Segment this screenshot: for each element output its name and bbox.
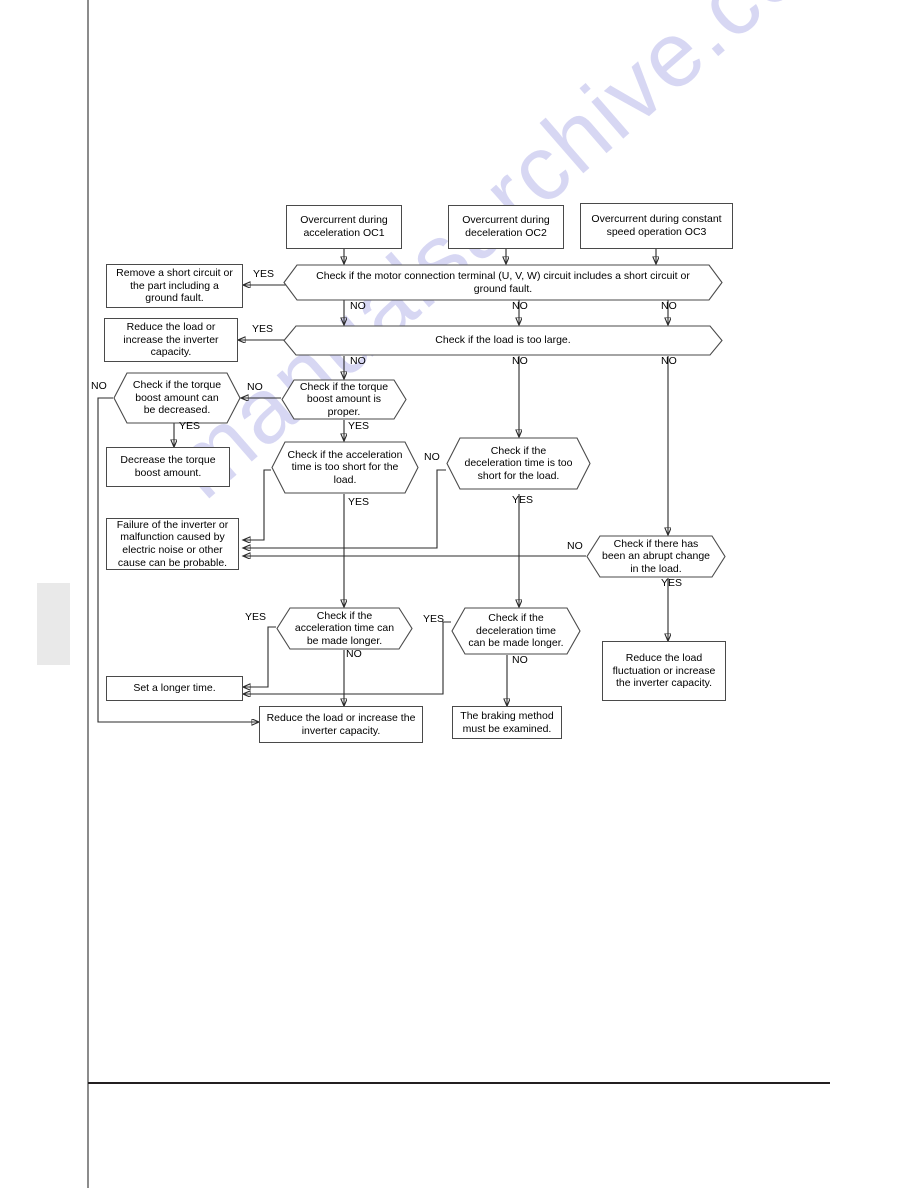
node-check-decel-time-too-short: Check if the deceleration time is too sh… bbox=[446, 437, 591, 490]
node-reduce-load-increase-capacity-2: Reduce the load or increase the inverter… bbox=[259, 706, 423, 743]
node-oc3: Overcurrent during constant speed operat… bbox=[580, 203, 733, 249]
node-check-load-too-large: Check if the load is too large. bbox=[283, 325, 723, 356]
edge-label-decel-short-yes: YES bbox=[512, 494, 534, 506]
edge-label-decel-longer-no: NO bbox=[512, 654, 528, 666]
node-check-decel-time-longer: Check if the deceleration time can be ma… bbox=[451, 607, 581, 655]
node-check-accel-time-too-short: Check if the acceleration time is too sh… bbox=[271, 441, 419, 494]
edge-label-accel-longer-no: NO bbox=[346, 648, 362, 660]
edge-label-load-yes: YES bbox=[252, 323, 274, 335]
node-braking-method: The braking method must be examined. bbox=[452, 706, 562, 739]
node-decrease-torque-boost: Decrease the torque boost amount. bbox=[106, 447, 230, 487]
node-check-accel-time-longer: Check if the acceleration time can be ma… bbox=[276, 607, 413, 650]
edge-label-decel-longer-yes: YES bbox=[423, 613, 445, 625]
node-check-torque-boost-decrease: Check if the torque boost amount can be … bbox=[113, 372, 241, 424]
node-check-torque-boost-proper: Check if the torque boost amount is prop… bbox=[281, 379, 407, 420]
edge-label-accel-short-yes: YES bbox=[348, 496, 370, 508]
edge-label-load-no-2: NO bbox=[512, 355, 528, 367]
node-oc2: Overcurrent during deceleration OC2 bbox=[448, 205, 564, 249]
edge-label-accel-short-no: NO bbox=[424, 451, 440, 463]
edge-label-load-no-1: NO bbox=[350, 355, 366, 367]
edge-label-short-no-1: NO bbox=[350, 300, 366, 312]
edge-label-boost-proper-yes: YES bbox=[348, 420, 370, 432]
node-reduce-load-increase-capacity: Reduce the load or increase the inverter… bbox=[104, 318, 238, 362]
edge-label-abrupt-no: NO bbox=[567, 540, 583, 552]
edge-label-boost-decrease-no: NO bbox=[91, 380, 107, 392]
edge-label-short-yes: YES bbox=[253, 268, 275, 280]
node-oc1: Overcurrent during acceleration OC1 bbox=[286, 205, 402, 249]
node-remove-short-circuit: Remove a short circuit or the part inclu… bbox=[106, 264, 243, 308]
edge-label-short-no-3: NO bbox=[661, 300, 677, 312]
flowchart-connectors bbox=[97, 249, 918, 1188]
node-check-short-circuit: Check if the motor connection terminal (… bbox=[283, 264, 723, 301]
flowchart: Overcurrent during acceleration OC1 Over… bbox=[0, 0, 918, 1188]
node-set-longer-time: Set a longer time. bbox=[106, 676, 243, 701]
node-check-abrupt-load-change: Check if there has been an abrupt change… bbox=[586, 535, 726, 578]
document-page: manualsarchive.com Overcurrent during ac… bbox=[0, 0, 918, 1188]
edge-label-short-no-2: NO bbox=[512, 300, 528, 312]
edge-label-boost-proper-no: NO bbox=[247, 381, 263, 393]
edge-label-load-no-3: NO bbox=[661, 355, 677, 367]
edge-label-abrupt-yes: YES bbox=[661, 577, 683, 589]
node-inverter-failure-or-noise: Failure of the inverter or malfunction c… bbox=[106, 518, 239, 570]
edge-label-boost-decrease-yes: YES bbox=[179, 420, 201, 432]
node-reduce-load-fluctuation: Reduce the load fluctuation or increase … bbox=[602, 641, 726, 701]
edge-label-accel-longer-yes: YES bbox=[245, 611, 267, 623]
